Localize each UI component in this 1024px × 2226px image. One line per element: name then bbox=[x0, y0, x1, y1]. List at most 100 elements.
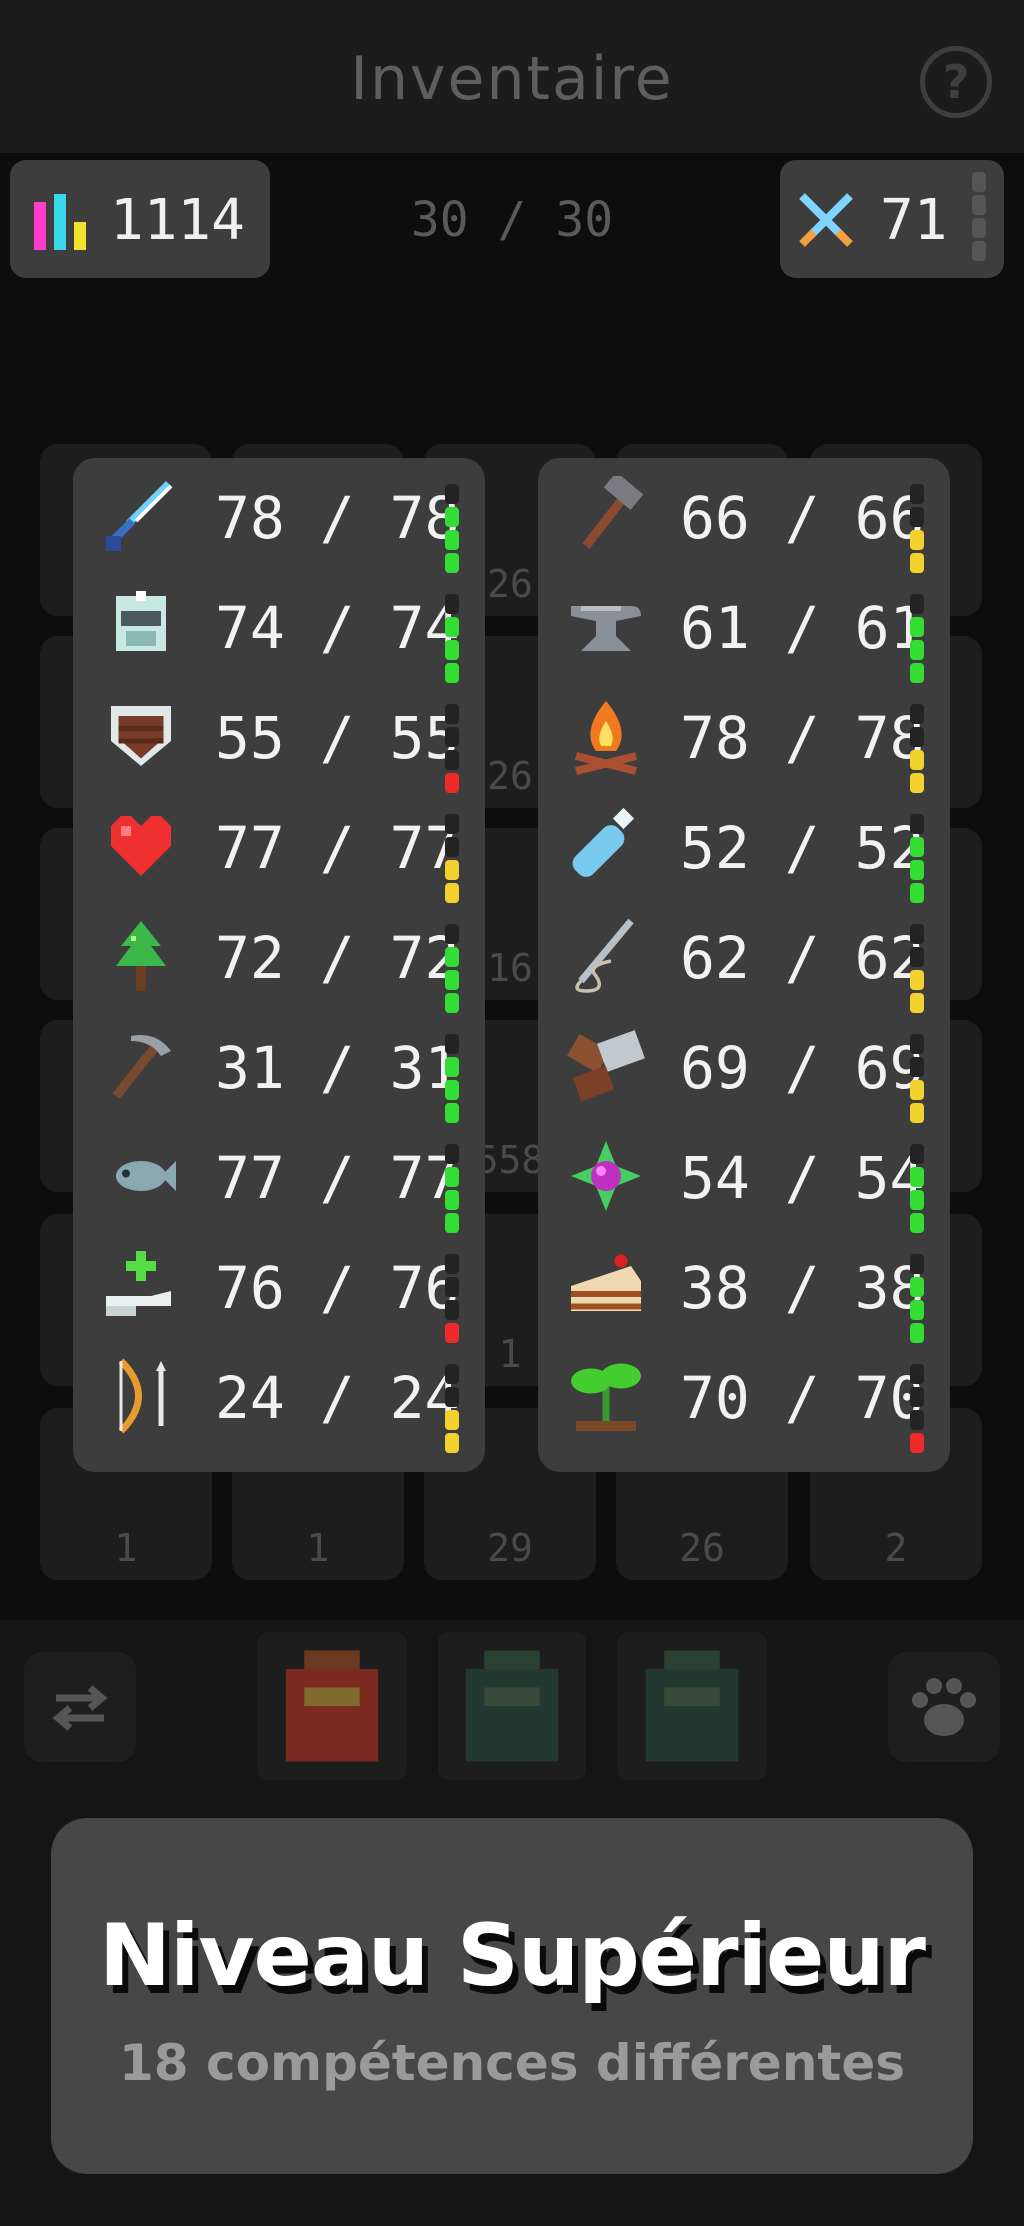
help-button[interactable]: ? bbox=[920, 46, 992, 118]
skill-level-value: 76 / 76 bbox=[215, 1254, 460, 1322]
meter-segment bbox=[445, 1167, 459, 1187]
meter-segment bbox=[445, 484, 459, 504]
skill-progress-meter bbox=[910, 1364, 924, 1456]
skill-progress-meter bbox=[910, 1144, 924, 1236]
skill-level-value: 72 / 72 bbox=[215, 924, 460, 992]
meter-segment bbox=[445, 750, 459, 770]
skill-row[interactable]: 24 / 24 bbox=[73, 1338, 485, 1453]
meter-segment bbox=[445, 1190, 459, 1210]
meter-segment bbox=[445, 1410, 459, 1430]
meter-segment bbox=[910, 860, 924, 880]
meter-segment bbox=[910, 530, 924, 550]
bag-slot-3[interactable] bbox=[618, 1632, 766, 1780]
meter-segment bbox=[445, 1300, 459, 1320]
bag-slot-1[interactable] bbox=[258, 1632, 406, 1780]
meter-segment bbox=[445, 1364, 459, 1384]
meter-segment bbox=[910, 1410, 924, 1430]
skill-progress-meter bbox=[445, 1254, 459, 1346]
meter-segment bbox=[910, 750, 924, 770]
skill-row[interactable]: 76 / 76 bbox=[73, 1228, 485, 1343]
skill-progress-meter bbox=[445, 1144, 459, 1236]
sword-icon bbox=[106, 481, 173, 551]
skill-row[interactable]: 55 / 55 bbox=[73, 678, 485, 793]
skill-row[interactable]: 61 / 61 bbox=[538, 568, 950, 683]
slot-item-count: 29 bbox=[487, 1526, 533, 1570]
slot-item-count: 26 bbox=[679, 1526, 725, 1570]
skill-progress-meter bbox=[910, 594, 924, 686]
red-bag-icon bbox=[285, 1650, 379, 1762]
paw-icon bbox=[912, 1678, 976, 1736]
slot-item-count: 1 bbox=[114, 1526, 138, 1570]
skill-progress-meter bbox=[910, 924, 924, 1016]
saw-log-icon bbox=[567, 1030, 645, 1102]
meter-segment bbox=[910, 1433, 924, 1453]
meter-segment bbox=[910, 1057, 924, 1077]
skill-row[interactable]: 77 / 77 bbox=[73, 1118, 485, 1233]
meter-segment bbox=[445, 1080, 459, 1100]
combat-level-badge[interactable]: 71 bbox=[780, 160, 1004, 278]
skill-progress-meter bbox=[910, 1254, 924, 1346]
skill-level-value: 78 / 78 bbox=[215, 484, 460, 552]
skill-row[interactable]: 66 / 66 bbox=[538, 458, 950, 573]
skill-row[interactable]: 78 / 78 bbox=[73, 458, 485, 573]
skill-row[interactable]: 38 / 38 bbox=[538, 1228, 950, 1343]
swap-button[interactable] bbox=[24, 1652, 136, 1762]
meter-segment bbox=[910, 1167, 924, 1187]
potion-vial-icon bbox=[572, 807, 635, 877]
skill-level-value: 77 / 77 bbox=[215, 1144, 460, 1212]
skill-row[interactable]: 74 / 74 bbox=[73, 568, 485, 683]
pet-button[interactable] bbox=[888, 1652, 1000, 1762]
skill-row[interactable]: 52 / 52 bbox=[538, 788, 950, 903]
skill-row[interactable]: 69 / 69 bbox=[538, 1008, 950, 1123]
skill-progress-meter bbox=[910, 704, 924, 796]
magic-gem-icon bbox=[571, 1141, 641, 1211]
banner-subtitle: 18 compétences différentes bbox=[119, 2034, 905, 2092]
hammer-icon bbox=[582, 476, 644, 549]
shield-icon bbox=[111, 706, 171, 766]
cake-icon bbox=[571, 1254, 641, 1311]
promo-banner: Niveau Supérieur 18 compétences différen… bbox=[51, 1818, 973, 2174]
meter-segment bbox=[445, 1057, 459, 1077]
meter-segment bbox=[910, 727, 924, 747]
skill-progress-meter bbox=[445, 484, 459, 576]
skill-level-value: 74 / 74 bbox=[215, 594, 460, 662]
skill-row[interactable]: 62 / 62 bbox=[538, 898, 950, 1013]
skill-progress-meter bbox=[910, 1034, 924, 1126]
skill-row[interactable]: 72 / 72 bbox=[73, 898, 485, 1013]
skill-row[interactable]: 31 / 31 bbox=[73, 1008, 485, 1123]
meter-segment bbox=[910, 1364, 924, 1384]
meter-segment bbox=[445, 814, 459, 834]
slot-item-count: 2 bbox=[884, 1526, 908, 1570]
meter-segment bbox=[445, 1254, 459, 1274]
meter-segment bbox=[910, 837, 924, 857]
skill-level-value: 70 / 70 bbox=[680, 1364, 925, 1432]
skill-progress-meter bbox=[445, 704, 459, 796]
page-title: Inventaire bbox=[350, 44, 674, 114]
helmet-icon bbox=[116, 591, 166, 651]
skills-panel-right: 66 / 66 61 / 61 78 / 78 52 / 52 62 / 62 69 / … bbox=[538, 458, 950, 1472]
meter-segment bbox=[910, 617, 924, 637]
skill-row[interactable]: 77 / 77 bbox=[73, 788, 485, 903]
skill-level-value: 61 / 61 bbox=[680, 594, 925, 662]
combat-meter bbox=[972, 172, 986, 264]
meter-segment bbox=[910, 947, 924, 967]
skill-progress-meter bbox=[445, 1034, 459, 1126]
banner-title: Niveau Supérieur bbox=[99, 1906, 926, 2006]
meter-segment bbox=[910, 1034, 924, 1054]
green-bag-icon bbox=[645, 1650, 739, 1762]
bag-slot-2[interactable] bbox=[438, 1632, 586, 1780]
skill-row[interactable]: 78 / 78 bbox=[538, 678, 950, 793]
meter-segment bbox=[910, 1387, 924, 1407]
crossed-swords-icon bbox=[799, 193, 853, 247]
skill-row[interactable]: 54 / 54 bbox=[538, 1118, 950, 1233]
header-bar: Inventaire ? bbox=[0, 0, 1024, 153]
skill-row[interactable]: 70 / 70 bbox=[538, 1338, 950, 1453]
swap-arrows-icon bbox=[52, 1685, 108, 1731]
skill-level-value: 52 / 52 bbox=[680, 814, 925, 882]
fish-icon bbox=[116, 1161, 176, 1191]
meter-segment bbox=[445, 704, 459, 724]
meter-segment bbox=[910, 1277, 924, 1297]
meter-segment bbox=[910, 970, 924, 990]
pickaxe-icon bbox=[112, 1035, 171, 1099]
skill-level-value: 62 / 62 bbox=[680, 924, 925, 992]
